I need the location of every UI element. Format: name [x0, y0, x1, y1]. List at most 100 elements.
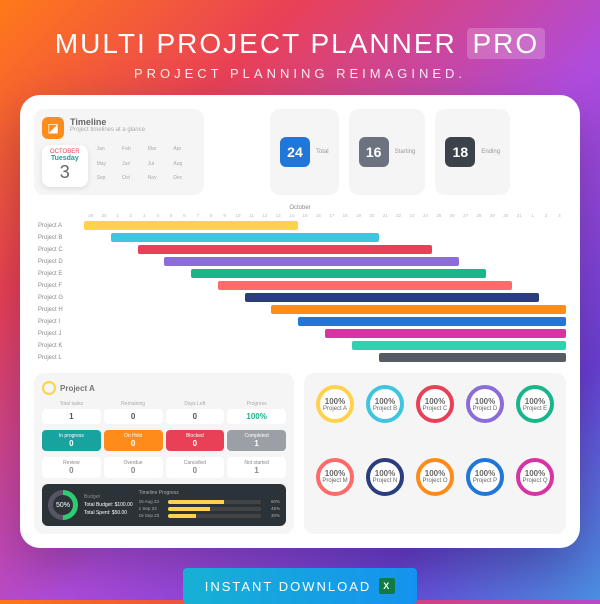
progress-circle[interactable]: 100%Project A	[314, 385, 356, 450]
gantt-label: Project B	[34, 235, 84, 241]
stats-row: 24 Total 16Starting 18 Ending	[214, 109, 566, 195]
project-a-title: Project A	[60, 384, 95, 393]
month-option[interactable]: Jun	[121, 160, 145, 173]
gantt-row: Project C	[34, 244, 566, 255]
month-option[interactable]: Jul	[147, 160, 171, 173]
status-chip[interactable]: Review0	[42, 457, 101, 478]
gantt-row: Project A	[34, 220, 566, 231]
pa-stat: Progress100%	[227, 401, 286, 424]
gantt-label: Project I	[34, 319, 84, 325]
progress-circle[interactable]: 100%Project B	[364, 385, 406, 450]
month-option[interactable]: Sep	[96, 174, 120, 187]
stat-card: 24 Total	[270, 109, 339, 195]
dashboard-board: ◪ Timeline Project timelines at a glance…	[20, 95, 580, 548]
gantt-label: Project H	[34, 307, 84, 313]
gantt-bar[interactable]	[218, 281, 513, 290]
stat-card: 16Starting	[349, 109, 426, 195]
stat-value: 16	[359, 137, 389, 167]
date-box: OCTOBER Tuesday 3	[42, 145, 88, 187]
progress-circle[interactable]: 100%Project M	[314, 458, 356, 523]
stat-label: Total	[316, 149, 329, 155]
gantt-row: Project H	[34, 304, 566, 315]
project-a-icon	[42, 381, 56, 395]
month-picker[interactable]: JanFebMarApr MayJunJulAug SepOctNovDec	[96, 145, 196, 187]
pa-stat: Remaining0	[104, 401, 163, 424]
timeline-title: Timeline	[70, 117, 145, 127]
budget-info: Budget Total Budget: $100.00 Total Spent…	[84, 493, 133, 517]
month-option[interactable]: Apr	[172, 145, 196, 158]
gantt-label: Project L	[34, 355, 84, 361]
gantt-label: Project C	[34, 247, 84, 253]
month-option[interactable]: May	[96, 160, 120, 173]
gantt-row: Project E	[34, 268, 566, 279]
date-number: 3	[50, 162, 80, 183]
progress-circle[interactable]: 100%Project P	[464, 458, 506, 523]
progress-circle[interactable]: 100%Project E	[514, 385, 556, 450]
gantt-label: Project D	[34, 259, 84, 265]
gantt-bar[interactable]	[271, 305, 566, 314]
gantt-label: Project K	[34, 343, 84, 349]
excel-icon: X	[379, 578, 395, 594]
status-chip[interactable]: Cancelled0	[166, 457, 225, 478]
gantt-row: Project B	[34, 232, 566, 243]
date-weekday: Tuesday	[50, 155, 80, 162]
pro-badge: PRO	[467, 28, 546, 59]
gantt-label: Project G	[34, 295, 84, 301]
month-option[interactable]: Dec	[172, 174, 196, 187]
stat-label: Ending	[481, 149, 500, 155]
stat-card: 18 Ending	[435, 109, 510, 195]
gantt-row: Project K	[34, 340, 566, 351]
status-chip[interactable]: Not started1	[227, 457, 286, 478]
gantt-bar[interactable]	[138, 245, 433, 254]
status-chip[interactable]: Overdue0	[104, 457, 163, 478]
gantt-bar[interactable]	[164, 257, 459, 266]
pa-stat: Total tasks1	[42, 401, 101, 424]
timeline-icon: ◪	[42, 117, 64, 139]
gantt-row: Project I	[34, 316, 566, 327]
gantt-bar[interactable]	[379, 353, 566, 362]
month-option[interactable]: Jan	[96, 145, 120, 158]
download-button[interactable]: INSTANT DOWNLOAD X	[183, 568, 418, 604]
gantt-label: Project E	[34, 271, 84, 277]
gantt-chart: October 29301234567891011121314151617181…	[34, 205, 566, 363]
timeline-card: ◪ Timeline Project timelines at a glance…	[34, 109, 204, 195]
progress-circle[interactable]: 100%Project D	[464, 385, 506, 450]
gantt-row: Project F	[34, 280, 566, 291]
month-option[interactable]: Feb	[121, 145, 145, 158]
page-title: MULTI PROJECT PLANNER PRO	[55, 28, 545, 60]
download-label: INSTANT DOWNLOAD	[205, 579, 372, 594]
gantt-bar[interactable]	[352, 341, 566, 350]
gantt-bar[interactable]	[298, 317, 566, 326]
month-option[interactable]: Mar	[147, 145, 171, 158]
progress-circle[interactable]: 100%Project Q	[514, 458, 556, 523]
gantt-bar[interactable]	[84, 221, 298, 230]
subtitle: PROJECT PLANNING REIMAGINED.	[134, 66, 466, 81]
gantt-row: Project L	[34, 352, 566, 363]
gantt-label: Project A	[34, 223, 84, 229]
progress-circle[interactable]: 100%Project O	[414, 458, 456, 523]
gantt-days-axis: 2930123456789101112131415161718192021222…	[84, 213, 566, 218]
status-chip[interactable]: On Hold0	[104, 430, 163, 451]
timeline-subtitle: Project timelines at a glance	[70, 127, 145, 133]
progress-circles-panel: 100%Project A100%Project B100%Project C1…	[304, 373, 566, 534]
gantt-row: Project D	[34, 256, 566, 267]
month-option[interactable]: Oct	[121, 174, 145, 187]
gantt-row: Project J	[34, 328, 566, 339]
status-chip[interactable]: In progress0	[42, 430, 101, 451]
status-chip[interactable]: Blocked0	[166, 430, 225, 451]
stat-value: 24	[280, 137, 310, 167]
month-option[interactable]: Aug	[172, 160, 196, 173]
progress-circle[interactable]: 100%Project C	[414, 385, 456, 450]
gantt-bar[interactable]	[325, 329, 566, 338]
gantt-bar[interactable]	[111, 233, 379, 242]
status-chip[interactable]: Completed1	[227, 430, 286, 451]
month-option[interactable]: Nov	[147, 174, 171, 187]
gantt-label: Project F	[34, 283, 84, 289]
gantt-month-label: October	[34, 205, 566, 211]
budget-ring: 50%	[48, 490, 78, 520]
gantt-bar[interactable]	[245, 293, 540, 302]
stat-value: 18	[445, 137, 475, 167]
gantt-bar[interactable]	[191, 269, 486, 278]
progress-circle[interactable]: 100%Project N	[364, 458, 406, 523]
project-a-panel: Project A Total tasks1Remaining0Days Lef…	[34, 373, 294, 534]
